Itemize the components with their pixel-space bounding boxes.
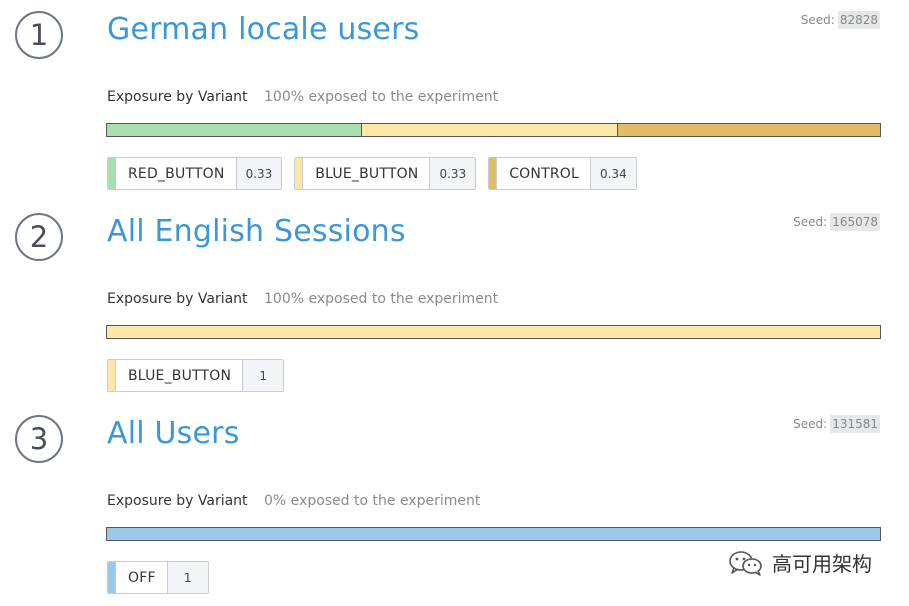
variant-chip-off[interactable]: OFF 1 [107, 561, 209, 594]
variant-name: RED_BUTTON [116, 158, 237, 189]
exposure-label: Exposure by Variant [107, 291, 248, 307]
seed-info: Seed: 165078 [793, 213, 880, 231]
bar-segment-off [107, 528, 880, 540]
variant-color-swatch [295, 158, 304, 189]
variant-chip-blue-button[interactable]: BLUE_BUTTON 0.33 [294, 157, 477, 190]
variant-chips: BLUE_BUTTON 1 [107, 359, 285, 392]
variant-weight: 0.33 [430, 158, 476, 189]
variant-name: CONTROL [497, 158, 591, 189]
exposure-text: 100% exposed to the experiment [264, 89, 499, 105]
segment-title[interactable]: German locale users [107, 12, 419, 47]
variant-color-swatch [108, 158, 116, 189]
targeting-segment-2: 2 All English Sessions Seed: 165078 Expo… [0, 202, 909, 404]
variant-color-swatch [108, 360, 116, 391]
bar-segment-blue-button [107, 326, 880, 338]
segment-title[interactable]: All Users [107, 416, 240, 451]
variant-chip-red-button[interactable]: RED_BUTTON 0.33 [107, 157, 283, 190]
variant-chip-blue-button[interactable]: BLUE_BUTTON 1 [107, 359, 285, 392]
segment-number: 3 [15, 415, 63, 463]
seed-label: Seed: [800, 13, 835, 27]
watermark: 高可用架构 [728, 548, 872, 577]
targeting-segment-1: 1 German locale users Seed: 82828 Exposu… [0, 0, 909, 202]
bar-segment-blue-button [361, 124, 617, 136]
segment-title[interactable]: All English Sessions [107, 214, 406, 249]
variant-chips: OFF 1 [107, 561, 209, 594]
variant-weight: 1 [243, 360, 284, 391]
seed-value: 82828 [837, 11, 880, 29]
seed-info: Seed: 82828 [801, 11, 880, 29]
bar-segment-red-button [107, 124, 362, 136]
variant-color-swatch [108, 562, 116, 593]
exposure-label: Exposure by Variant [107, 89, 248, 105]
exposure-bar [106, 325, 881, 339]
variant-color-swatch [489, 158, 498, 189]
variant-name: BLUE_BUTTON [303, 158, 431, 189]
seed-label: Seed: [793, 417, 828, 431]
watermark-text: 高可用架构 [772, 552, 872, 576]
exposure-row: Exposure by Variant 100% exposed to the … [107, 291, 498, 307]
segment-number: 2 [15, 213, 63, 261]
seed-info: Seed: 131581 [793, 415, 880, 433]
exposure-text: 100% exposed to the experiment [264, 291, 499, 307]
variant-chips: RED_BUTTON 0.33 BLUE_BUTTON 0.33 CONTROL… [107, 157, 637, 190]
seed-value: 165078 [830, 213, 880, 231]
variant-weight: 1 [167, 562, 208, 593]
exposure-label: Exposure by Variant [107, 493, 248, 509]
variant-weight: 0.34 [590, 158, 636, 189]
seed-label: Seed: [793, 215, 828, 229]
segment-number: 1 [15, 11, 63, 59]
variant-chip-control[interactable]: CONTROL 0.34 [488, 157, 637, 190]
exposure-bar [106, 123, 881, 137]
exposure-row: Exposure by Variant 100% exposed to the … [107, 89, 498, 105]
exposure-row: Exposure by Variant 0% exposed to the ex… [107, 493, 480, 509]
bar-segment-control [616, 124, 880, 136]
exposure-text: 0% exposed to the experiment [264, 493, 481, 509]
variant-name: BLUE_BUTTON [116, 360, 244, 391]
seed-value: 131581 [830, 415, 880, 433]
variant-weight: 0.33 [236, 158, 282, 189]
exposure-bar [106, 527, 881, 541]
variant-name: OFF [116, 562, 168, 593]
wechat-icon [729, 550, 762, 576]
